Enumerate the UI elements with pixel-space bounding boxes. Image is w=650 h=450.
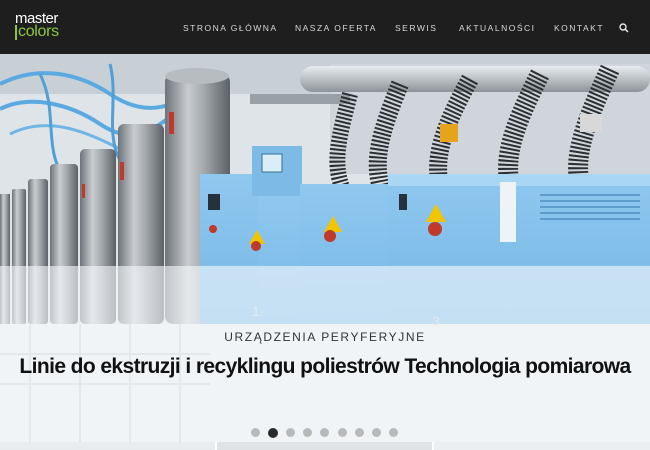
slider-dot-7[interactable] bbox=[355, 428, 364, 437]
nav-item-news[interactable]: AKTUALNOŚCI bbox=[459, 23, 536, 33]
content-strip bbox=[0, 442, 650, 450]
slider-dot-9[interactable] bbox=[389, 428, 398, 437]
nav-item-home[interactable]: STRONA GŁÓWNA bbox=[183, 23, 278, 33]
slider-dot-8[interactable] bbox=[372, 428, 381, 437]
nav-item-contact[interactable]: KONTAKT bbox=[554, 23, 604, 33]
slider-dot-4[interactable] bbox=[303, 428, 312, 437]
nav-item-service[interactable]: SERWIS bbox=[395, 23, 437, 33]
slider-dot-1[interactable] bbox=[251, 428, 260, 437]
logo-text-bottom: colors bbox=[18, 23, 59, 40]
slider-dot-5[interactable] bbox=[320, 428, 329, 437]
slide-headline[interactable]: Linie do ekstruzji i recyklingu poliestr… bbox=[0, 355, 650, 379]
top-navbar: master colors STRONA GŁÓWNA NASZA OFERTA… bbox=[0, 0, 650, 54]
logo[interactable]: master colors bbox=[15, 11, 85, 43]
caption-overlay bbox=[0, 266, 650, 442]
content-card-3 bbox=[434, 442, 650, 450]
slide-subtitle: URZĄDZENIA PERYFERYJNE bbox=[224, 330, 426, 344]
content-card-2 bbox=[217, 442, 432, 450]
slider-dot-6[interactable] bbox=[338, 428, 347, 437]
nav-item-offer[interactable]: NASZA OFERTA bbox=[295, 23, 377, 33]
slider-dot-3[interactable] bbox=[286, 428, 295, 437]
logo-accent-bar bbox=[15, 25, 17, 40]
slider-dot-2[interactable] bbox=[268, 427, 278, 438]
search-icon[interactable] bbox=[619, 23, 629, 33]
content-card-1 bbox=[0, 442, 215, 450]
